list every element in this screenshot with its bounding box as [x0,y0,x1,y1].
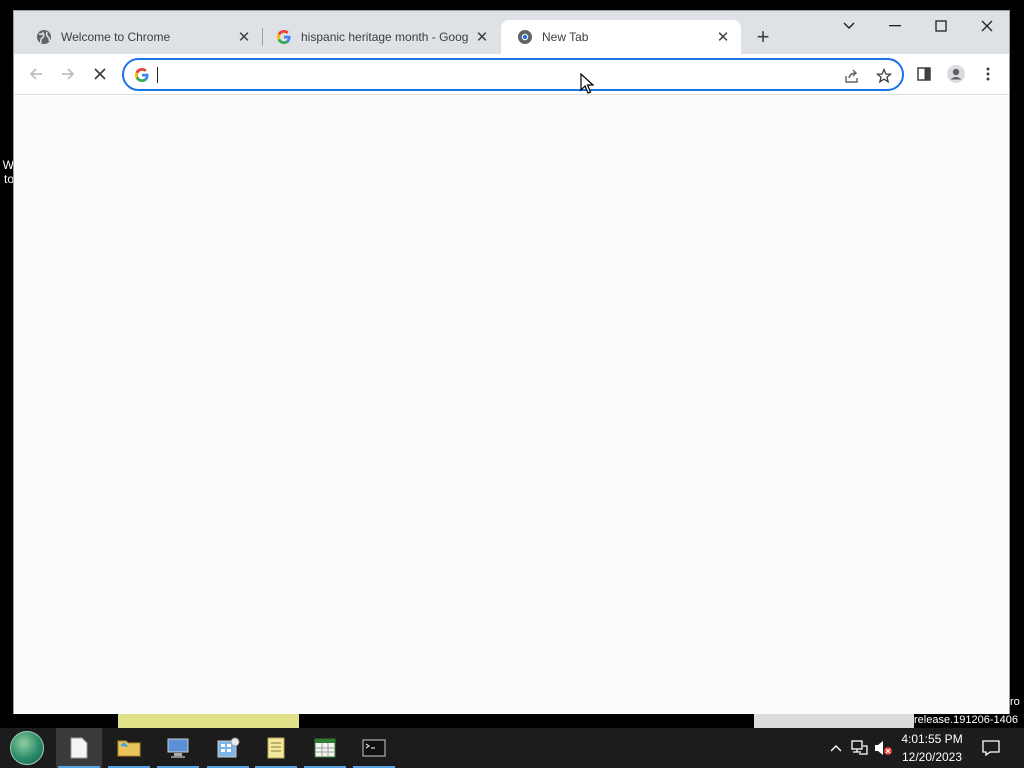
document-icon [70,737,88,759]
maximize-icon [935,20,947,32]
computer-icon [167,738,189,758]
taskbar-app-folder[interactable] [106,728,152,768]
more-vert-icon [986,67,990,81]
globe-icon [36,29,52,45]
omnibox[interactable] [122,58,904,91]
close-icon[interactable]: ✕ [715,29,731,46]
tab-title: hispanic heritage month - Google Search [301,30,468,44]
avatar-icon [947,65,965,83]
page-content [14,96,1009,714]
chevron-down-icon [843,22,855,30]
taskbar-app-spreadsheet[interactable] [302,728,348,768]
tab-new-tab[interactable]: New Tab ✕ [501,20,741,54]
tab-title: New Tab [542,30,589,44]
side-panel-icon [917,67,931,81]
desktop-build-text: release.191206-1406 [914,714,1018,726]
clock-time: 4:01:55 PM [901,732,963,746]
network-icon[interactable] [848,728,870,768]
taskbar-app-calculator[interactable] [205,728,251,768]
tab-welcome[interactable]: Welcome to Chrome ✕ [20,20,262,54]
mouse-cursor-icon [580,72,595,100]
tab-google-search[interactable]: hispanic heritage month - Google Search … [260,20,500,54]
clock-date: 12/20/2023 [901,750,963,764]
profile-button[interactable] [942,60,970,88]
taskbar-app-computer[interactable] [155,728,201,768]
chrome-window: Welcome to Chrome ✕ hispanic heritage mo… [13,10,1010,714]
calculator-icon [217,737,240,758]
minimize-button[interactable] [872,11,918,41]
share-icon[interactable] [842,66,862,86]
side-panel-button[interactable] [910,60,938,88]
close-icon [94,68,106,80]
taskbar-app-terminal[interactable] [351,728,397,768]
folder-icon [117,740,141,757]
volume-muted-icon[interactable] [872,728,894,768]
menu-button[interactable] [974,60,1002,88]
close-icon[interactable]: ✕ [474,29,490,46]
google-g-icon [276,29,292,45]
browser-toolbar [14,54,1009,95]
taskbar-app-document[interactable] [56,728,102,768]
start-button[interactable] [4,728,50,768]
arrow-right-icon [62,68,75,80]
close-icon[interactable]: ✕ [236,29,252,46]
notepad-icon [267,737,285,759]
desktop-grey-bar [754,714,914,728]
forward-button[interactable] [54,60,82,88]
stop-loading-button[interactable] [86,60,114,88]
close-icon [981,20,993,32]
tab-strip: Welcome to Chrome ✕ hispanic heritage mo… [14,11,1009,54]
system-clock[interactable]: 4:01:55 PM 12/20/2023 [896,730,968,766]
arrow-left-icon [29,68,42,80]
new-tab-button[interactable]: + [750,24,776,50]
taskbar-app-notepad[interactable] [253,728,299,768]
terminal-icon [362,739,386,757]
tab-title: Welcome to Chrome [61,30,171,44]
chevron-up-icon [830,745,842,752]
desktop-highlight-bar [118,714,299,729]
star-icon[interactable] [874,66,894,86]
action-center-icon[interactable] [980,728,1002,768]
back-button[interactable] [22,60,50,88]
text-caret [157,67,158,83]
google-g-icon [134,67,150,83]
start-orb-icon [10,731,44,765]
address-input[interactable] [156,64,836,86]
desktop-text-right: ro [1010,696,1020,708]
spreadsheet-icon [314,738,336,758]
close-window-button[interactable] [964,11,1010,41]
show-hidden-icons-button[interactable] [826,728,846,768]
taskbar: 4:01:55 PM 12/20/2023 [0,728,1024,768]
minimize-icon [889,25,901,27]
maximize-button[interactable] [918,11,964,41]
tab-search-button[interactable] [826,11,872,41]
chrome-icon [517,29,533,45]
